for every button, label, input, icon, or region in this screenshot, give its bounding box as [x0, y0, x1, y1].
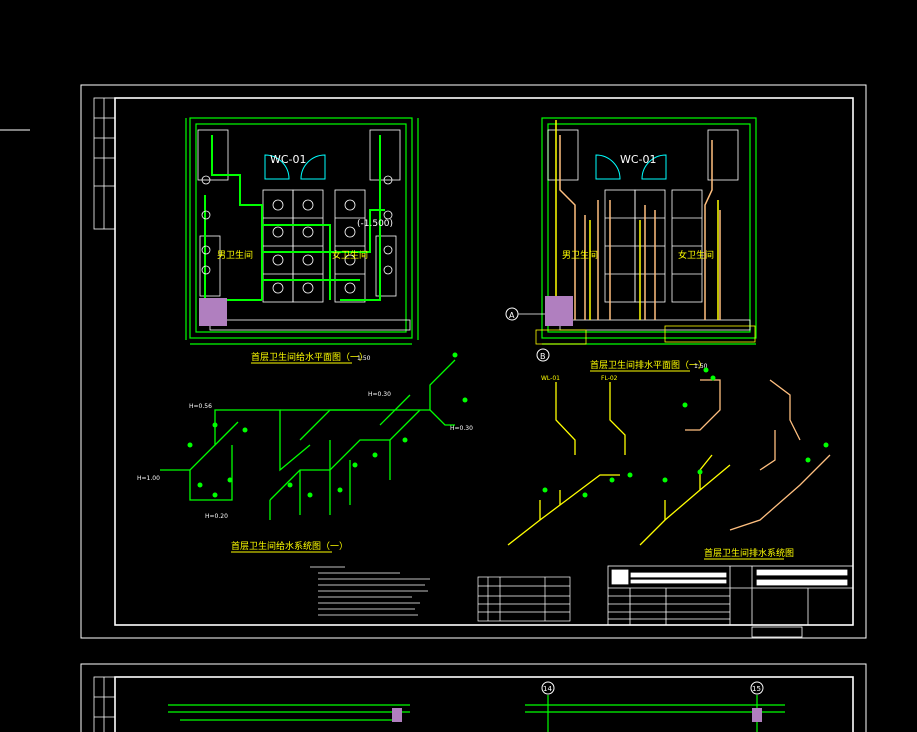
- drainage-shaft-fill: [545, 296, 573, 326]
- supply-system-title: 首层卫生间给水系统图（一）: [231, 540, 348, 552]
- drainage-system-title: 首层卫生间排水系统图: [704, 547, 794, 559]
- h-056-label: H=0.56: [189, 403, 212, 410]
- h-100-label: H=1.00: [137, 475, 160, 482]
- axis-15-label: 15: [752, 685, 761, 693]
- supply-plan-title: 首层卫生间给水平面图（一）: [251, 351, 368, 363]
- drainage-room-code: WC-01: [620, 153, 657, 166]
- female-toilet-label: 女卫生间: [332, 249, 368, 261]
- sheet2-shaft-2: [752, 708, 762, 722]
- male-toilet-label: 男卫生间: [217, 249, 253, 261]
- axis-14-label: 14: [543, 685, 552, 693]
- shaft-fill: [199, 298, 227, 326]
- drainage-plan-title: 首层卫生间排水平面图（一）: [590, 359, 707, 371]
- axis-b-label: B: [540, 352, 546, 361]
- wl-01-label: WL-01: [541, 375, 560, 382]
- axis-a-label: A: [509, 311, 515, 320]
- drainage-female-label: 女卫生间: [678, 249, 714, 261]
- supply-plan-scale: 1:50: [357, 355, 371, 362]
- room-code-label: WC-01: [270, 153, 307, 166]
- h-030-label-2: H=0.30: [450, 425, 473, 432]
- fl-02-label: FL-02: [601, 375, 618, 382]
- drainage-male-label: 男卫生间: [562, 249, 598, 261]
- level-label: (-1.500): [357, 219, 393, 229]
- h-030-label-1: H=0.30: [368, 391, 391, 398]
- h-020-label: H=0.20: [205, 513, 228, 520]
- model-space-background: [0, 0, 917, 732]
- sheet2-shaft: [392, 708, 402, 722]
- cad-viewport[interactable]: WC-01 男卫生间 女卫生间 (-1.500) 首层卫生间给水平面图（一） 1…: [0, 0, 917, 732]
